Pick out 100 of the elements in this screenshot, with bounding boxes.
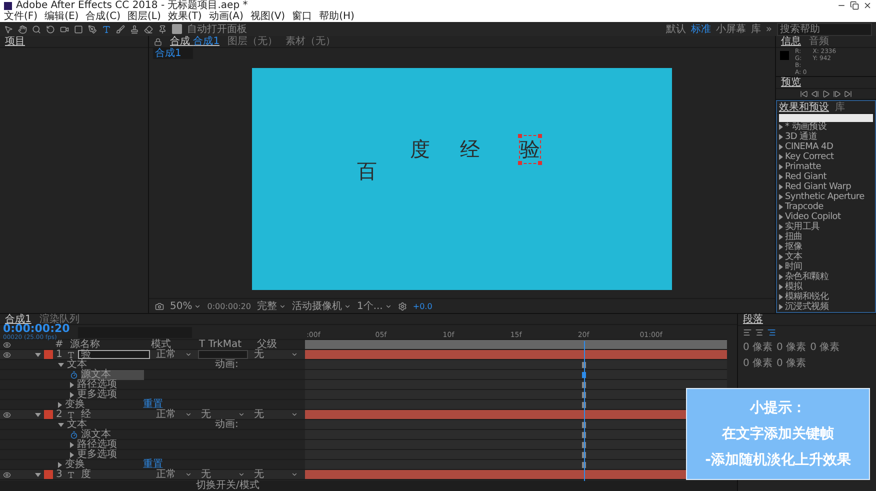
camera-icon[interactable] <box>60 24 69 34</box>
eye-icon[interactable] <box>3 340 11 348</box>
pin-icon[interactable] <box>158 24 167 34</box>
settings-icon[interactable] <box>398 302 407 310</box>
effect-category[interactable]: 模糊和锐化 <box>776 292 876 302</box>
indent-field[interactable]: 0 像素 <box>776 340 806 354</box>
views-dropdown[interactable]: 1个... <box>356 299 392 313</box>
align-right-icon[interactable] <box>767 328 776 337</box>
property-name[interactable]: 源文本 <box>81 430 144 440</box>
help-search-field[interactable]: 搜索帮助 <box>777 22 872 36</box>
work-area-bar[interactable] <box>305 340 727 350</box>
playhead-line[interactable] <box>584 341 585 481</box>
text-layer-icon[interactable] <box>67 350 75 358</box>
effect-category[interactable]: 杂色和颗粒 <box>776 272 876 282</box>
property-name[interactable]: 变换 <box>65 460 140 470</box>
stopwatch-icon[interactable] <box>70 430 78 438</box>
zoom-icon[interactable] <box>32 24 41 34</box>
restore-icon[interactable] <box>850 1 859 10</box>
effect-category[interactable]: 3D 通道 <box>776 132 876 142</box>
selection-handle-icon[interactable] <box>518 134 522 138</box>
workspace-tab[interactable]: 小屏幕 <box>716 22 746 36</box>
menu-item[interactable]: 编辑(E) <box>44 10 79 22</box>
indent-field[interactable]: 0 像素 <box>743 340 773 354</box>
panel-tab[interactable]: 效果和预设 <box>779 102 829 114</box>
snapshot-icon[interactable] <box>155 302 164 310</box>
effect-category[interactable]: Synthetic Aperture <box>776 192 876 202</box>
eraser-icon[interactable] <box>144 24 153 34</box>
stopwatch-icon[interactable] <box>70 370 78 378</box>
exposure-value[interactable]: +0.0 <box>412 302 432 310</box>
effects-search-field[interactable] <box>779 114 873 122</box>
menu-item[interactable]: 帮助(H) <box>319 10 354 22</box>
effect-category[interactable]: Red Giant Warp <box>776 182 876 192</box>
toggle-modes-label[interactable]: 切换开关/模式 <box>196 481 260 491</box>
menu-item[interactable]: 窗口 <box>292 10 312 22</box>
effect-category[interactable]: * 动画预设 <box>776 122 876 132</box>
effect-category[interactable]: Primatte <box>776 162 876 172</box>
effect-category[interactable]: Red Giant <box>776 172 876 182</box>
effect-category[interactable]: 模拟 <box>776 282 876 292</box>
property-name[interactable]: 路径选项 <box>77 440 140 450</box>
property-name[interactable]: 源文本 <box>81 370 144 380</box>
auto-open-checkbox[interactable] <box>172 24 182 34</box>
reset-link[interactable]: 重置 <box>143 460 163 470</box>
menu-item[interactable]: 视图(V) <box>250 10 286 22</box>
menu-item[interactable]: 效果(T) <box>168 10 202 22</box>
caret-icon[interactable] <box>384 302 392 310</box>
panel-tab[interactable]: 段落 <box>743 314 763 326</box>
selection-handle-icon[interactable] <box>518 160 522 164</box>
property-name[interactable]: 更多选项 <box>77 390 140 400</box>
first-frame-icon[interactable] <box>800 90 808 98</box>
more-workspaces-button[interactable]: » <box>766 24 772 34</box>
menu-item[interactable]: 合成(C) <box>86 10 120 22</box>
canvas-text[interactable]: 经 <box>460 136 480 162</box>
menu-item[interactable]: 动画(A) <box>208 10 244 22</box>
expand-triangle-icon[interactable] <box>70 392 74 398</box>
expand-triangle-icon[interactable] <box>70 452 74 458</box>
animate-label[interactable]: 动画: <box>215 360 238 370</box>
effect-category[interactable]: 时间 <box>776 262 876 272</box>
expand-triangle-icon[interactable] <box>58 362 64 366</box>
expand-triangle-icon[interactable] <box>70 382 74 388</box>
zoom-dropdown[interactable]: 50% <box>170 300 202 312</box>
text-layer-icon[interactable] <box>67 410 75 418</box>
timeline-tab[interactable]: 合成1 <box>5 314 32 326</box>
rectangle-icon[interactable] <box>74 24 83 34</box>
viewer-tab[interactable]: 素材（无） <box>286 36 336 48</box>
canvas-text[interactable]: 验 <box>520 136 540 162</box>
eye-icon[interactable] <box>3 350 11 358</box>
canvas-text[interactable]: 百 <box>357 158 377 184</box>
label-color-swatch[interactable] <box>44 410 53 419</box>
play-icon[interactable] <box>822 90 830 98</box>
timecode[interactable]: 0:00:00:20 <box>3 323 70 334</box>
pointer-icon[interactable] <box>4 24 13 34</box>
indent-field[interactable]: 0 像素 <box>743 356 773 370</box>
text-tool-icon[interactable] <box>102 24 111 34</box>
viewer-tab[interactable]: 合成 合成1 <box>170 36 220 48</box>
align-center-icon[interactable] <box>755 328 764 337</box>
timeline-tab[interactable]: 渲染队列 <box>39 314 80 326</box>
panel-tab[interactable]: 信息 <box>781 36 801 48</box>
hand-icon[interactable] <box>18 24 27 34</box>
caret-icon[interactable] <box>278 302 286 310</box>
caret-icon[interactable] <box>291 471 298 478</box>
panel-tab[interactable]: 项目 <box>5 36 25 48</box>
lock-icon[interactable] <box>154 38 162 46</box>
caret-icon[interactable] <box>238 471 245 478</box>
brush-icon[interactable] <box>116 24 125 34</box>
caret-icon[interactable] <box>344 302 351 310</box>
next-frame-icon[interactable] <box>833 90 841 98</box>
label-color-swatch[interactable] <box>44 470 53 479</box>
expand-triangle-icon[interactable] <box>70 442 74 448</box>
effect-category[interactable]: Key Correct <box>776 152 876 162</box>
effect-category[interactable]: CINEMA 4D <box>776 142 876 152</box>
effect-category[interactable]: 扭曲 <box>776 232 876 242</box>
camera-dropdown[interactable]: 活动摄像机 <box>292 299 351 313</box>
eye-icon[interactable] <box>3 410 11 418</box>
eye-icon[interactable] <box>3 470 11 478</box>
indent-field[interactable]: 0 像素 <box>810 340 840 354</box>
effect-category[interactable]: 抠像 <box>776 242 876 252</box>
property-name[interactable]: 变换 <box>65 400 140 410</box>
viewer-tab[interactable]: 图层（无） <box>228 36 278 48</box>
caret-icon[interactable] <box>194 302 202 310</box>
panel-tab[interactable]: 预览 <box>781 77 801 89</box>
